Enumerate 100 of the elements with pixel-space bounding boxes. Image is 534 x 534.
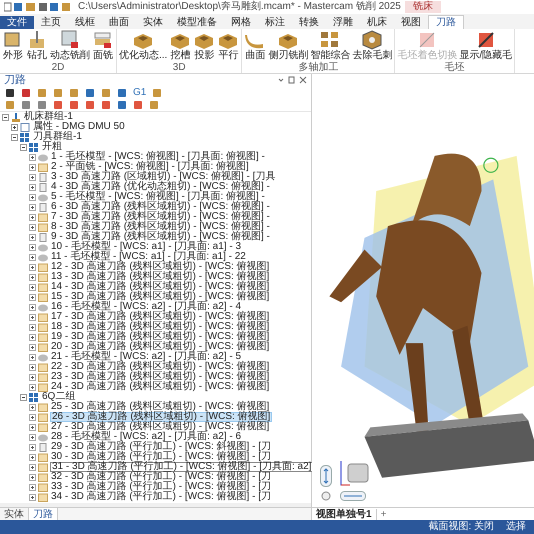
- tree-item[interactable]: 21 - 毛坯模型 - [WCS: a2] - [刀具面: a2] - 5: [50, 352, 242, 362]
- collapse-icon[interactable]: [20, 144, 27, 150]
- ribbon-button[interactable]: 侧刃铣削: [267, 29, 310, 62]
- tree-item[interactable]: 17 - 3D 高速刀路 (残料区域粗切) - [WCS: 俯视图]: [50, 312, 270, 322]
- ribbon-button[interactable]: 钻孔: [25, 29, 49, 62]
- expand-icon[interactable]: [29, 194, 36, 200]
- rotate-icon[interactable]: [321, 491, 331, 501]
- ribbon-button[interactable]: 曲面: [243, 29, 268, 62]
- tree-item[interactable]: 23 - 3D 高速刀路 (残料区域粗切) - [WCS: 俯视图]: [50, 372, 270, 382]
- ribbon-button[interactable]: 面铣: [91, 29, 115, 62]
- ribbon-tab[interactable]: 网格: [224, 16, 258, 29]
- tree-item[interactable]: 9 - 3D 高速刀路 (残料区域粗切) - [WCS: 俯视图] -: [50, 232, 271, 242]
- expand-icon[interactable]: [29, 154, 36, 160]
- tree-item[interactable]: 18 - 3D 高速刀路 (残料区域粗切) - [WCS: 俯视图]: [50, 322, 270, 332]
- add-tab-button[interactable]: +: [376, 508, 390, 520]
- collapse-icon[interactable]: [2, 114, 9, 120]
- expand-icon[interactable]: [29, 404, 36, 410]
- tree-item[interactable]: 6Q二组: [41, 392, 76, 402]
- expand-icon[interactable]: [29, 334, 36, 340]
- expand-icon[interactable]: [29, 314, 36, 320]
- expand-icon[interactable]: [29, 364, 36, 370]
- tree-item[interactable]: 26 - 3D 高速刀路 (残料区域粗切) - [WCS: 俯视图]: [50, 412, 272, 422]
- ribbon-tab[interactable]: 浮雕: [326, 16, 360, 29]
- tree-item[interactable]: 13 - 3D 高速刀路 (残料区域粗切) - [WCS: 俯视图]: [50, 272, 270, 282]
- ribbon-button[interactable]: 平行: [216, 29, 240, 62]
- ribbon-tab[interactable]: 标注: [258, 16, 292, 29]
- ribbon-tab[interactable]: 转换: [292, 16, 326, 29]
- expand-icon[interactable]: [29, 304, 36, 310]
- expand-icon[interactable]: [29, 164, 36, 170]
- ribbon-tab[interactable]: 刀路: [428, 15, 464, 29]
- tree-item[interactable]: 22 - 3D 高速刀路 (残料区域粗切) - [WCS: 俯视图]: [50, 362, 270, 372]
- pan-horizontal-icon[interactable]: [340, 491, 366, 501]
- collapse-icon[interactable]: [20, 394, 27, 400]
- tree-item[interactable]: 33 - 3D 高速刀路 (平行加工) - [WCS: 俯视图] - [刀: [50, 482, 272, 492]
- ribbon-tab[interactable]: 曲面: [102, 16, 136, 29]
- tree-item[interactable]: 刀具群组-1: [32, 132, 83, 142]
- expand-icon[interactable]: [29, 344, 36, 350]
- ribbon-button[interactable]: 显示/隐藏毛: [458, 29, 514, 62]
- expand-icon[interactable]: [29, 434, 36, 440]
- tree-item[interactable]: 27 - 3D 高速刀路 (残料区域粗切) - [WCS: 俯视图]: [50, 422, 270, 432]
- tree-item[interactable]: 15 - 3D 高速刀路 (残料区域粗切) - [WCS: 俯视图]: [50, 292, 270, 302]
- expand-icon[interactable]: [29, 384, 36, 390]
- ribbon-tab[interactable]: 模型准备: [170, 16, 224, 29]
- context-tab[interactable]: 铣床: [404, 1, 441, 13]
- expand-icon[interactable]: [29, 184, 36, 190]
- ribbon-button[interactable]: 外形: [1, 29, 25, 62]
- tree-item[interactable]: 28 - 毛坯模型 - [WCS: a2] - [刀具面: a2] - 6: [50, 432, 242, 442]
- expand-icon[interactable]: [29, 374, 36, 380]
- expand-icon[interactable]: [29, 414, 36, 420]
- tree-item[interactable]: 7 - 3D 高速刀路 (残料区域粗切) - [WCS: 俯视图] -: [50, 212, 271, 222]
- ribbon-button[interactable]: 投影: [192, 29, 216, 62]
- ribbon-tab[interactable]: 实体: [136, 16, 170, 29]
- tree-item[interactable]: 10 - 毛坯模型 - [WCS: a1] - [刀具面: a1] - 3: [50, 242, 242, 252]
- tree-item[interactable]: 14 - 3D 高速刀路 (残料区域粗切) - [WCS: 俯视图]: [50, 282, 270, 292]
- expand-icon[interactable]: [29, 244, 36, 250]
- expand-icon[interactable]: [29, 174, 36, 180]
- expand-icon[interactable]: [29, 454, 36, 460]
- ribbon-tab[interactable]: 文件: [0, 16, 34, 29]
- ribbon-tab[interactable]: 视图: [394, 16, 428, 29]
- expand-icon[interactable]: [29, 484, 36, 490]
- ribbon-button[interactable]: 动态铣削: [49, 29, 91, 62]
- expand-icon[interactable]: [29, 234, 36, 240]
- expand-icon[interactable]: [29, 444, 36, 450]
- tree-item[interactable]: 34 - 3D 高速刀路 (平行加工) - [WCS: 俯视图] - [刀: [50, 492, 272, 502]
- tree-item[interactable]: 5 - 毛坯模型 - [WCS: 俯视图] - [刀具面: 俯视图] -: [50, 192, 266, 202]
- tree-item[interactable]: 机床群组-1: [23, 112, 74, 122]
- tree-item[interactable]: 19 - 3D 高速刀路 (残料区域粗切) - [WCS: 俯视图]: [50, 332, 270, 342]
- expand-icon[interactable]: [29, 224, 36, 230]
- tree-item[interactable]: 25 - 3D 高速刀路 (残料区域粗切) - [WCS: 俯视图]: [50, 402, 270, 412]
- expand-icon[interactable]: [11, 124, 18, 130]
- tree-item[interactable]: 29 - 3D 高速刀路 (平行加工) - [WCS: 斜视图] - [刀: [50, 442, 272, 452]
- panel-tab[interactable]: 刀路: [29, 508, 58, 520]
- ribbon-tab[interactable]: 主页: [34, 16, 68, 29]
- tree-item[interactable]: 开粗: [41, 142, 63, 152]
- tree-item[interactable]: 8 - 3D 高速刀路 (残料区域粗切) - [WCS: 俯视图] -: [50, 222, 271, 232]
- expand-icon[interactable]: [29, 494, 36, 500]
- expand-icon[interactable]: [29, 354, 36, 360]
- ribbon-button[interactable]: 智能综合: [309, 29, 352, 62]
- expand-icon[interactable]: [29, 274, 36, 280]
- expand-icon[interactable]: [29, 204, 36, 210]
- pan-vertical-icon[interactable]: [320, 465, 332, 487]
- expand-icon[interactable]: [29, 214, 36, 220]
- tree-item[interactable]: 20 - 3D 高速刀路 (残料区域粗切) - [WCS: 俯视图]: [50, 342, 270, 352]
- expand-icon[interactable]: [29, 474, 36, 480]
- expand-icon[interactable]: [29, 464, 36, 470]
- expand-icon[interactable]: [29, 254, 36, 260]
- tree-item[interactable]: 24 - 3D 高速刀路 (残料区域粗切) - [WCS: 俯视图]: [50, 382, 270, 392]
- ribbon-button[interactable]: 挖槽: [168, 29, 192, 62]
- tree-item[interactable]: 属性 - DMG DMU 50: [32, 122, 126, 132]
- tree-item[interactable]: 32 - 3D 高速刀路 (平行加工) - [WCS: 俯视图] - [刀: [50, 472, 272, 482]
- tree-item[interactable]: 6 - 3D 高速刀路 (残料区域粗切) - [WCS: 俯视图] -: [50, 202, 271, 212]
- tree-item[interactable]: 30 - 3D 高速刀路 (平行加工) - [WCS: 俯视图] - [刀: [50, 452, 272, 462]
- expand-icon[interactable]: [29, 294, 36, 300]
- expand-icon[interactable]: [29, 264, 36, 270]
- ribbon-tab[interactable]: 机床: [360, 16, 394, 29]
- collapse-icon[interactable]: [11, 134, 18, 140]
- ribbon-tab[interactable]: 线框: [68, 16, 102, 29]
- tree-item[interactable]: 4 - 3D 高速刀路 (优化动态粗切) - [WCS: 俯视图] -: [50, 182, 271, 192]
- tree-item[interactable]: 11 - 毛坯模型 - [WCS: a1] - [刀具面: a1] - 22: [50, 252, 247, 262]
- window-controls-icon[interactable]: [277, 76, 307, 84]
